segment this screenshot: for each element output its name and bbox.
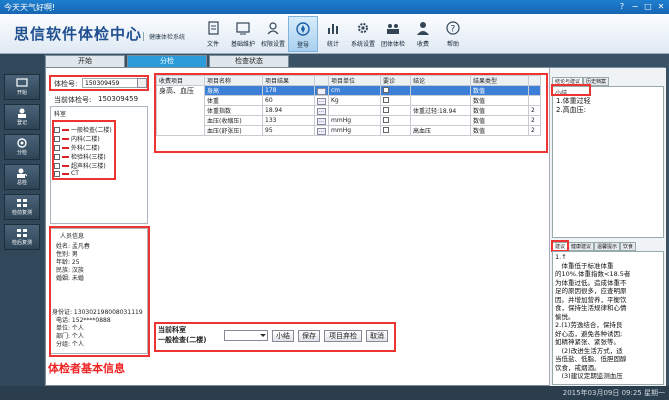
left-navigation: 开始 登记 分检 总检 检前复测 检后复测 (0, 54, 44, 400)
nav-register-button[interactable]: 登记 (4, 104, 40, 130)
maintenance-icon (235, 20, 251, 36)
app-header: 思信软件体检中心 健康体检系统 文件 基础维护 权限设置 登导 统计 系统设置 (0, 14, 669, 54)
postcheck-icon (17, 229, 27, 237)
toolbar-statistics-button[interactable]: 统计 (318, 16, 348, 52)
right-panel: 结论与建议 历史档案 小结 1.体重过轻 2.高血压: 建议 健康建议 温馨提示… (549, 68, 666, 387)
nav-recheck-button[interactable]: 检前复测 (4, 194, 40, 220)
advice-box[interactable]: 1.↑ 体重低于标准体重 的10%.体重指数<18.5者 为体重过低。造成体重不… (552, 251, 664, 385)
help-window-button[interactable]: ? (617, 1, 627, 11)
toolbar-file-button[interactable]: 文件 (198, 16, 228, 52)
nav-label: 总检 (16, 180, 27, 186)
results-table-highlight (154, 73, 548, 153)
work-area: 体检号: 当前体检号: 150309459 科室 一般检查(二楼) 内科(二楼)… (45, 67, 666, 387)
statistics-icon (325, 20, 341, 36)
tab-tips[interactable]: 温馨提示 (594, 242, 621, 251)
minimize-button[interactable]: − (630, 1, 640, 11)
summary-text: 1.体重过轻 2.高血压: (556, 97, 591, 114)
nav-label: 登记 (16, 120, 27, 126)
current-id-value: 150309459 (98, 95, 139, 103)
main-tabs: 开始 分检 检查状态 (45, 55, 289, 67)
settings-icon (355, 20, 371, 36)
summary-box[interactable]: 小结 1.体重过轻 2.高血压: (552, 86, 664, 238)
help-icon: ? (445, 20, 461, 36)
toolbar-permission-button[interactable]: 权限设置 (258, 16, 288, 52)
tab-health-advice[interactable]: 健康建议 (568, 242, 595, 251)
permission-icon (265, 20, 281, 36)
tab-start[interactable]: 开始 (45, 55, 125, 67)
person-info-annotation: 体检者基本信息 (48, 362, 125, 375)
svg-text:?: ? (451, 25, 456, 35)
bottom-bar-highlight (154, 322, 396, 352)
exam-id-highlight (49, 75, 149, 91)
toolbar-guide-button[interactable]: 登导 (288, 16, 318, 52)
current-id-label: 当前体检号: (54, 96, 92, 104)
tab-diet[interactable]: 饮食 (620, 242, 637, 251)
toolbar-help-button[interactable]: ? 帮助 (438, 16, 468, 52)
app-subbrand: 健康体检系统 (143, 32, 185, 41)
main-toolbar: 文件 基础维护 权限设置 登导 统计 系统设置 团体体检 收费 ? 帮助 (198, 16, 468, 52)
nav-start-button[interactable]: 开始 (4, 74, 40, 100)
triage-icon (17, 138, 27, 148)
group-icon (385, 20, 401, 36)
start-icon (16, 78, 28, 87)
nav-label: 分检 (16, 150, 27, 156)
toolbar-label: 收费 (416, 41, 429, 48)
recheck-icon (17, 199, 27, 207)
person-info-highlight (49, 226, 150, 357)
toolbar-label: 系统设置 (350, 41, 375, 48)
file-icon (205, 20, 221, 36)
nav-triage-button[interactable]: 分检 (4, 134, 40, 160)
close-button[interactable]: ✕ (656, 1, 666, 11)
window-title: 今天天气好啊! (4, 3, 56, 12)
nav-summary-button[interactable]: 总检 (4, 164, 40, 190)
toolbar-settings-button[interactable]: 系统设置 (348, 16, 378, 52)
toolbar-label: 团体体检 (380, 41, 405, 48)
compass-icon (295, 21, 311, 37)
status-datetime: 2015年03月09日 09:25 星期一 (562, 389, 665, 397)
nav-label: 检前复测 (11, 210, 32, 216)
advice-text: 1.↑ 体重低于标准体重 的10%.体重指数<18.5者 为体重过低。造成体重不… (555, 253, 631, 380)
toolbar-label: 基础维护 (230, 41, 255, 48)
summary-highlight (551, 84, 591, 96)
tab-check-status[interactable]: 检查状态 (209, 55, 289, 67)
nav-postcheck-button[interactable]: 检后复测 (4, 224, 40, 250)
app-brand: 思信软件体检中心 (14, 25, 143, 43)
toolbar-maintenance-button[interactable]: 基础维护 (228, 16, 258, 52)
window-controls: ? − □ ✕ (617, 1, 666, 11)
fee-icon (415, 20, 431, 36)
maximize-button[interactable]: □ (643, 1, 653, 11)
department-header: 科室 (54, 111, 67, 118)
summary-icon (17, 168, 28, 178)
title-bar: 今天天气好啊! ? − □ ✕ (0, 0, 669, 14)
toolbar-group-button[interactable]: 团体体检 (378, 16, 408, 52)
nav-label: 开始 (16, 90, 27, 96)
register-icon (18, 108, 26, 118)
nav-label: 检后复测 (11, 240, 32, 246)
tab-triage[interactable]: 分检 (127, 55, 207, 67)
status-bar: 2015年03月09日 09:25 星期一 (0, 386, 669, 400)
department-highlight (52, 120, 116, 180)
toolbar-label: 登导 (296, 42, 309, 49)
toolbar-label: 统计 (326, 41, 339, 48)
toolbar-label: 文件 (206, 41, 219, 48)
toolbar-label: 帮助 (446, 41, 459, 48)
toolbar-fee-button[interactable]: 收费 (408, 16, 438, 52)
toolbar-label: 权限设置 (260, 41, 285, 48)
